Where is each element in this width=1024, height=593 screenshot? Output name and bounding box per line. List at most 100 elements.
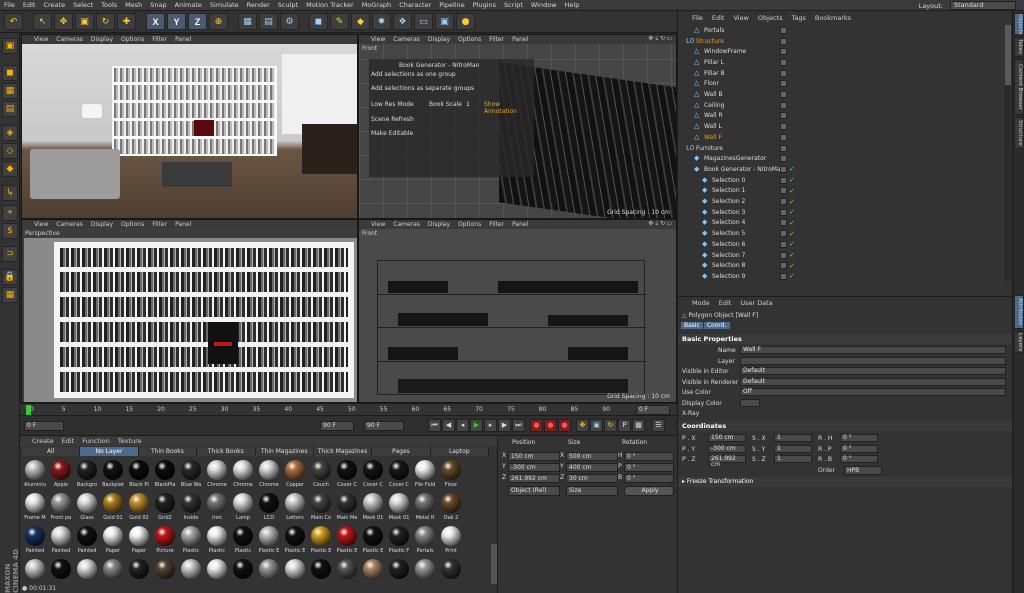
size-field[interactable]: 500 cm xyxy=(566,452,618,461)
visibility-dots[interactable] xyxy=(780,69,787,77)
prev-key-icon[interactable]: ◀ xyxy=(442,419,455,432)
vp-menu-cameras[interactable]: Cameras xyxy=(393,36,420,43)
material-swatch[interactable]: Grid2 xyxy=(152,491,178,524)
goto-start-icon[interactable]: ⏮ xyxy=(428,419,441,432)
material-swatch[interactable] xyxy=(360,557,386,590)
menu-item[interactable]: Plugins xyxy=(469,1,500,9)
low-res-mode-toggle[interactable]: Low Res Mode xyxy=(371,101,414,108)
object-row[interactable]: △ Pillar B xyxy=(678,68,1005,79)
material-swatch[interactable]: Letters xyxy=(282,491,308,524)
rotation-field[interactable]: 0 ° xyxy=(624,452,674,461)
visibility-dots[interactable] xyxy=(780,58,787,66)
vp-menu-filter[interactable]: Filter xyxy=(489,36,504,43)
object-row[interactable]: ◆ Book Generator - NitroMan ✓ xyxy=(678,164,1005,175)
viewport-bottom-right[interactable]: View Cameras Display Options Filter Pane… xyxy=(358,219,677,403)
material-swatch[interactable]: Paper xyxy=(100,524,126,557)
render-picture-viewer-icon[interactable]: ▤ xyxy=(259,13,278,30)
material-tab[interactable]: Thin Magazines xyxy=(255,447,314,456)
material-swatch[interactable]: Plastic E xyxy=(360,524,386,557)
menu-item[interactable]: Script xyxy=(500,1,527,9)
material-tab[interactable]: Thin Books xyxy=(138,447,198,456)
mat-menu-texture[interactable]: Texture xyxy=(118,437,142,445)
visibility-dots[interactable] xyxy=(780,155,787,163)
material-swatch[interactable]: Black Pl xyxy=(126,458,152,491)
vp-menu-view[interactable]: View xyxy=(34,36,48,43)
object-row[interactable]: ◆ Selection 9 ✓ xyxy=(678,271,1005,282)
layout-dropdown[interactable]: Standard xyxy=(950,1,1016,10)
make-editable-icon[interactable]: ▣ xyxy=(2,38,18,54)
visibility-dots[interactable] xyxy=(780,133,787,141)
material-swatch[interactable] xyxy=(282,557,308,590)
cube-icon[interactable]: ◼ xyxy=(309,13,328,30)
autokey-icon[interactable]: ● xyxy=(544,419,557,432)
material-swatch[interactable]: Main Co xyxy=(308,491,334,524)
position-field[interactable]: 261.992 cm xyxy=(508,474,560,483)
material-swatch[interactable]: Painted xyxy=(22,524,48,557)
polygons-mode-icon[interactable]: ◆ xyxy=(2,161,18,177)
material-tab[interactable]: Thick Books xyxy=(197,447,256,456)
deformer-icon[interactable]: ❖ xyxy=(393,13,412,30)
position-field[interactable]: 150 cm xyxy=(508,452,560,461)
subdivision-icon[interactable]: ◆ xyxy=(351,13,370,30)
tab-structure[interactable]: Structure xyxy=(1014,117,1024,149)
preview-end-field[interactable]: 90 F xyxy=(320,421,354,431)
visibility-dots[interactable] xyxy=(780,240,787,248)
material-swatch[interactable]: Oak 2 xyxy=(438,491,464,524)
visibility-dots[interactable] xyxy=(780,198,787,206)
object-row[interactable]: ◆ MagazinesGenerator xyxy=(678,153,1005,164)
obj-menu-objects[interactable]: Objects xyxy=(758,14,783,22)
vp-menu-panel[interactable]: Panel xyxy=(512,36,528,43)
material-swatch[interactable]: Plastic E xyxy=(256,524,282,557)
material-swatch[interactable]: Cover C xyxy=(360,458,386,491)
visibility-dots[interactable] xyxy=(780,262,787,270)
property-field[interactable]: Wall F xyxy=(740,346,1006,354)
obj-menu-bookmarks[interactable]: Bookmarks xyxy=(815,14,851,22)
x-axis-lock-button[interactable]: X xyxy=(146,13,165,30)
visibility-dots[interactable] xyxy=(780,26,787,34)
rotation-field[interactable]: 0 ° xyxy=(624,474,674,483)
vp-menu-filter[interactable]: Filter xyxy=(489,221,504,228)
object-row[interactable]: ◆ Selection 2 ✓ xyxy=(678,196,1005,207)
enabled-check-icon[interactable]: ✓ xyxy=(789,187,795,195)
vp-menu-view[interactable]: View xyxy=(34,221,48,228)
viewport-bottom-left[interactable]: View Cameras Display Options Filter Pane… xyxy=(21,219,358,403)
show-annotation-toggle[interactable]: Show Annotation xyxy=(484,101,534,115)
coord-property-field[interactable]: -300 cm xyxy=(708,444,746,453)
vp-menu-cameras[interactable]: Cameras xyxy=(393,221,420,228)
vp-menu-options[interactable]: Options xyxy=(458,221,481,228)
vp-menu-display[interactable]: Display xyxy=(91,36,113,43)
timeline-ruler[interactable]: 0 5 10 15 20 25 30 35 40 45 50 55 60 65 70 75 80 85 90 0 F xyxy=(20,403,677,416)
material-swatch[interactable]: Plastic F xyxy=(386,524,412,557)
material-swatch[interactable]: Glass xyxy=(74,491,100,524)
material-swatch[interactable]: Chrome xyxy=(256,458,282,491)
object-row[interactable]: ◆ Selection 5 ✓ xyxy=(678,228,1005,239)
material-swatch[interactable]: Gold 02 xyxy=(126,491,152,524)
material-tab[interactable]: No Layer xyxy=(80,447,139,456)
visibility-dots[interactable] xyxy=(780,48,787,56)
menu-item[interactable]: Sculpt xyxy=(274,1,302,9)
viewport-nav-icons[interactable]: ✥⇣↻▭ xyxy=(648,220,673,227)
layout-selector[interactable]: Layout: Standard xyxy=(915,1,1016,10)
menu-item[interactable]: Help xyxy=(561,1,584,9)
object-row[interactable]: ◆ Selection 0 ✓ xyxy=(678,175,1005,186)
visibility-dots[interactable] xyxy=(780,230,787,238)
material-swatch[interactable]: Metal R xyxy=(412,491,438,524)
visibility-dots[interactable] xyxy=(780,80,787,88)
z-axis-lock-button[interactable]: Z xyxy=(188,13,207,30)
coord-property-field[interactable]: 0 ° xyxy=(840,455,878,463)
material-swatch[interactable] xyxy=(152,557,178,590)
vp-menu-options[interactable]: Options xyxy=(458,36,481,43)
schedule-icon[interactable]: ☰ xyxy=(652,419,665,432)
material-swatch[interactable]: Backplat xyxy=(100,458,126,491)
tab-basic[interactable]: Basic xyxy=(681,322,703,329)
object-row[interactable]: △ Wall L xyxy=(678,121,1005,132)
timeline-end-field[interactable]: 0 F xyxy=(636,405,670,415)
coord-property-field[interactable]: 1 xyxy=(774,455,812,463)
vp-menu-display[interactable]: Display xyxy=(91,221,113,228)
obj-menu-file[interactable]: File xyxy=(692,14,703,22)
menu-item[interactable]: Edit xyxy=(19,1,40,9)
texture-mode-icon[interactable]: ▦ xyxy=(2,83,18,99)
material-swatch[interactable] xyxy=(386,557,412,590)
obj-menu-tags[interactable]: Tags xyxy=(791,14,805,22)
visibility-dots[interactable] xyxy=(780,219,787,227)
